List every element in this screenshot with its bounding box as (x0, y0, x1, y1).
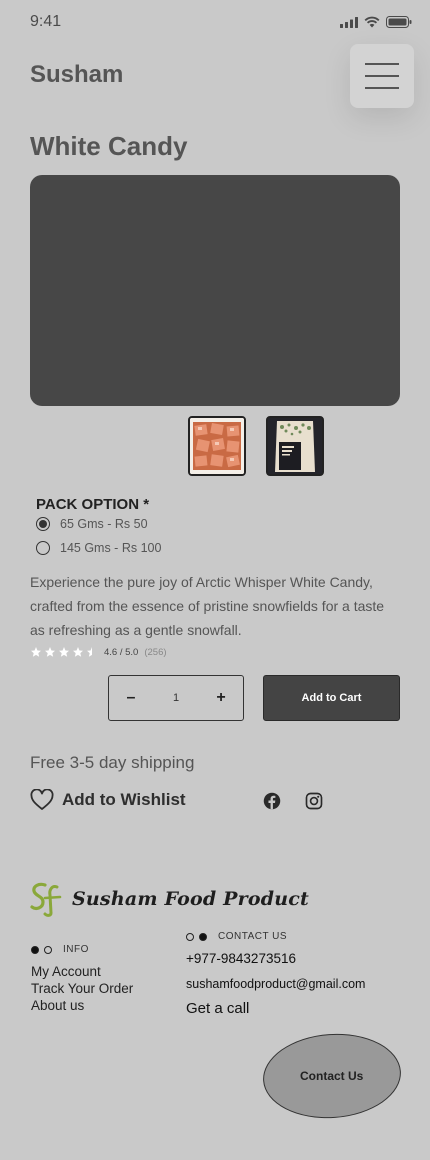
info-heading-label: INFO (63, 944, 89, 955)
info-heading: INFO (31, 944, 89, 955)
status-bar: 9:41 (0, 0, 430, 44)
quantity-value: 1 (172, 692, 180, 704)
info-links: My Account Track Your Order About us (31, 963, 133, 1014)
footer-logo-text: Susham Food Product (72, 888, 309, 910)
status-icons (340, 16, 412, 28)
product-description: Experience the pure joy of Arctic Whispe… (30, 574, 385, 638)
about-us-link[interactable]: About us (31, 997, 133, 1014)
rating-value: 4.6 / 5.0 (104, 646, 139, 658)
radio-button-selected[interactable] (36, 517, 50, 531)
facebook-link[interactable] (263, 792, 281, 815)
menu-button[interactable] (350, 44, 414, 108)
phone-number[interactable]: +977-9843273516 (186, 951, 296, 966)
brand-logo-icon (30, 882, 62, 917)
candy-pieces-image (190, 418, 244, 474)
radio-button[interactable] (36, 541, 50, 555)
instagram-link[interactable] (305, 792, 323, 815)
cellular-signal-icon (340, 16, 358, 28)
rating-count: (256) (144, 646, 167, 658)
pack-option[interactable]: 65 Gms - Rs 50 (36, 517, 148, 531)
instagram-icon (305, 792, 323, 810)
rating: 4.6 / 5.0 (256) (30, 646, 167, 658)
rating-stars (30, 646, 98, 658)
menu-line (365, 87, 399, 89)
star-icon (31, 647, 41, 657)
indicator-dot (44, 945, 52, 954)
star-icon (45, 647, 55, 657)
contact-heading: CONTACT US (186, 931, 287, 942)
product-thumbnail[interactable] (266, 416, 324, 476)
footer-logo: Susham Food Product (30, 881, 309, 917)
facebook-icon (263, 792, 281, 810)
battery-icon (386, 16, 412, 28)
track-order-link[interactable]: Track Your Order (31, 980, 133, 997)
candy-package-image (268, 418, 322, 474)
pack-option-label: 65 Gms - Rs 50 (60, 517, 148, 531)
pack-option-label: PACK OPTION * (36, 496, 150, 513)
indicator-dot-filled (199, 932, 207, 941)
wishlist-label: Add to Wishlist (62, 790, 186, 809)
half-star-icon (87, 647, 97, 657)
heart-icon (30, 789, 54, 810)
menu-line (365, 75, 399, 77)
menu-line (365, 63, 399, 65)
contact-us-label: Contact Us (300, 1069, 364, 1083)
add-to-wishlist-button[interactable]: Add to Wishlist (30, 789, 186, 811)
email-address[interactable]: sushamfoodproduct@gmail.com (186, 977, 365, 991)
get-a-call-link[interactable]: Get a call (186, 1000, 249, 1017)
shipping-info: Free 3-5 day shipping (30, 753, 195, 772)
contact-heading-label: CONTACT US (218, 931, 288, 942)
star-icon (73, 647, 83, 657)
product-thumbnail[interactable] (188, 416, 246, 476)
indicator-dot-filled (31, 945, 39, 954)
product-title: White Candy (30, 131, 188, 161)
status-time: 9:41 (30, 13, 62, 30)
quantity-stepper: – 1 + (108, 675, 244, 721)
wifi-icon (364, 16, 380, 28)
increase-quantity-button[interactable]: + (213, 689, 229, 707)
add-to-cart-button[interactable]: Add to Cart (263, 675, 400, 721)
product-image (30, 175, 400, 406)
pack-option[interactable]: 145 Gms - Rs 100 (36, 541, 161, 555)
pack-option-label: 145 Gms - Rs 100 (60, 541, 162, 555)
star-icon (59, 647, 69, 657)
my-account-link[interactable]: My Account (31, 963, 133, 980)
contact-us-button[interactable]: Contact Us (260, 1029, 404, 1123)
brand-name[interactable]: Susham (30, 61, 123, 89)
decrease-quantity-button[interactable]: – (123, 689, 139, 707)
indicator-dot (186, 932, 194, 941)
